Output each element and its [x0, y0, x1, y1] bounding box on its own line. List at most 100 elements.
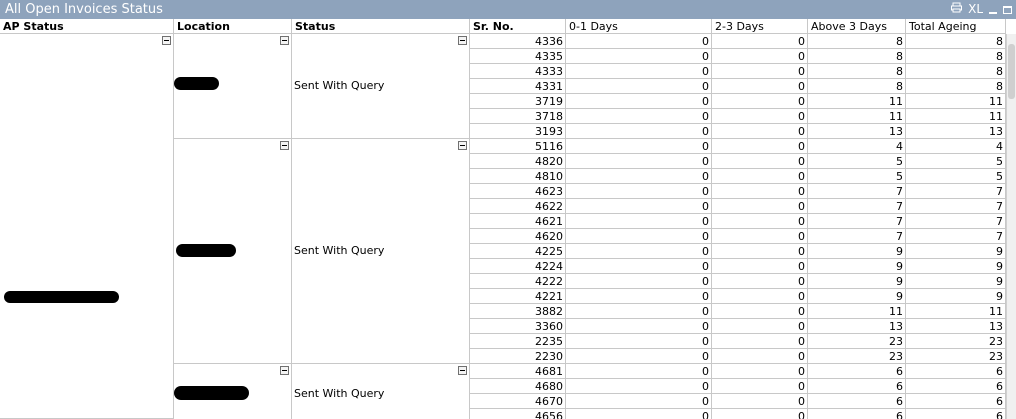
days-2-3-cell: 0: [712, 79, 808, 94]
table-row[interactable]: 4336 0 0 8 8: [470, 34, 1006, 49]
table-row[interactable]: 3193 0 0 13 13: [470, 124, 1006, 139]
collapse-icon[interactable]: [458, 366, 467, 375]
days-0-1-cell: 0: [566, 124, 712, 139]
collapse-icon[interactable]: [280, 141, 289, 150]
table-row[interactable]: 4621 0 0 7 7: [470, 214, 1006, 229]
sr-no-cell: 4331: [470, 79, 566, 94]
sr-no-cell: 3193: [470, 124, 566, 139]
table-row[interactable]: 3360 0 0 13 13: [470, 319, 1006, 334]
header-2-3-days[interactable]: 2-3 Days: [712, 19, 808, 34]
days-0-1-cell: 0: [566, 199, 712, 214]
table-row[interactable]: 4622 0 0 7 7: [470, 199, 1006, 214]
sr-no-cell: 3882: [470, 304, 566, 319]
header-location[interactable]: Location: [174, 19, 292, 34]
table-row[interactable]: 2230 0 0 23 23: [470, 349, 1006, 364]
days-0-1-cell: 0: [566, 169, 712, 184]
table-row[interactable]: 4623 0 0 7 7: [470, 184, 1006, 199]
table-row[interactable]: 4333 0 0 8 8: [470, 64, 1006, 79]
collapse-icon[interactable]: [458, 36, 467, 45]
days-above-3-cell: 11: [808, 304, 906, 319]
table-row[interactable]: 2235 0 0 23 23: [470, 334, 1006, 349]
collapse-icon[interactable]: [280, 36, 289, 45]
collapse-icon[interactable]: [458, 141, 467, 150]
title-bar: All Open Invoices Status XL: [0, 0, 1016, 19]
total-ageing-cell: 8: [906, 34, 1006, 49]
total-ageing-cell: 13: [906, 319, 1006, 334]
header-total-ageing[interactable]: Total Ageing: [906, 19, 1006, 34]
total-ageing-cell: 11: [906, 304, 1006, 319]
table-row[interactable]: 4680 0 0 6 6: [470, 379, 1006, 394]
table-row[interactable]: 4620 0 0 7 7: [470, 229, 1006, 244]
table-row[interactable]: 4224 0 0 9 9: [470, 259, 1006, 274]
print-icon[interactable]: [951, 0, 963, 19]
sr-no-cell: 4820: [470, 154, 566, 169]
days-2-3-cell: 0: [712, 199, 808, 214]
days-0-1-cell: 0: [566, 394, 712, 409]
total-ageing-cell: 8: [906, 49, 1006, 64]
days-above-3-cell: 7: [808, 184, 906, 199]
days-above-3-cell: 8: [808, 79, 906, 94]
collapse-icon[interactable]: [280, 366, 289, 375]
redacted-ap-status: [4, 291, 119, 303]
table-row[interactable]: 4820 0 0 5 5: [470, 154, 1006, 169]
days-0-1-cell: 0: [566, 259, 712, 274]
location-cell: [174, 34, 292, 139]
sr-no-cell: 5116: [470, 139, 566, 154]
table-row[interactable]: 4222 0 0 9 9: [470, 274, 1006, 289]
restore-icon[interactable]: [1003, 5, 1012, 14]
location-cell: [174, 139, 292, 364]
days-2-3-cell: 0: [712, 229, 808, 244]
days-0-1-cell: 0: [566, 334, 712, 349]
total-ageing-cell: 7: [906, 184, 1006, 199]
table-row[interactable]: 3882 0 0 11 11: [470, 304, 1006, 319]
days-0-1-cell: 0: [566, 139, 712, 154]
total-ageing-cell: 6: [906, 364, 1006, 379]
table-row[interactable]: 4335 0 0 8 8: [470, 49, 1006, 64]
table-row[interactable]: 3719 0 0 11 11: [470, 94, 1006, 109]
header-sr-no[interactable]: Sr. No.: [470, 19, 566, 34]
days-0-1-cell: 0: [566, 409, 712, 419]
status-cell: Sent With Query: [292, 34, 470, 139]
scrollbar-thumb[interactable]: [1008, 44, 1015, 99]
total-ageing-cell: 9: [906, 244, 1006, 259]
header-ap-status[interactable]: AP Status: [0, 19, 174, 34]
days-above-3-cell: 5: [808, 169, 906, 184]
table-row[interactable]: 4670 0 0 6 6: [470, 394, 1006, 409]
days-2-3-cell: 0: [712, 139, 808, 154]
sr-no-cell: 4224: [470, 259, 566, 274]
days-2-3-cell: 0: [712, 304, 808, 319]
status-text: Sent With Query: [294, 79, 385, 92]
days-0-1-cell: 0: [566, 319, 712, 334]
table-row[interactable]: 4810 0 0 5 5: [470, 169, 1006, 184]
xl-export-button[interactable]: XL: [968, 0, 983, 19]
days-0-1-cell: 0: [566, 379, 712, 394]
days-2-3-cell: 0: [712, 64, 808, 79]
table-row[interactable]: 4656 0 0 6 6: [470, 409, 1006, 419]
days-0-1-cell: 0: [566, 244, 712, 259]
total-ageing-cell: 6: [906, 394, 1006, 409]
table-row[interactable]: 4225 0 0 9 9: [470, 244, 1006, 259]
sr-no-cell: 3360: [470, 319, 566, 334]
total-ageing-cell: 9: [906, 274, 1006, 289]
days-2-3-cell: 0: [712, 379, 808, 394]
table-row[interactable]: 5116 0 0 4 4: [470, 139, 1006, 154]
days-0-1-cell: 0: [566, 64, 712, 79]
days-above-3-cell: 9: [808, 289, 906, 304]
table-row[interactable]: 3718 0 0 11 11: [470, 109, 1006, 124]
table-row[interactable]: 4681 0 0 6 6: [470, 364, 1006, 379]
days-2-3-cell: 0: [712, 289, 808, 304]
days-above-3-cell: 7: [808, 214, 906, 229]
days-0-1-cell: 0: [566, 94, 712, 109]
minimize-icon[interactable]: [989, 12, 997, 14]
header-above-3-days[interactable]: Above 3 Days: [808, 19, 906, 34]
collapse-icon[interactable]: [162, 36, 171, 45]
vertical-scrollbar[interactable]: [1006, 34, 1016, 419]
days-2-3-cell: 0: [712, 184, 808, 199]
table-row[interactable]: 4331 0 0 8 8: [470, 79, 1006, 94]
days-above-3-cell: 7: [808, 229, 906, 244]
redacted-location: [176, 244, 236, 257]
header-status[interactable]: Status: [292, 19, 470, 34]
days-2-3-cell: 0: [712, 274, 808, 289]
table-row[interactable]: 4221 0 0 9 9: [470, 289, 1006, 304]
header-0-1-days[interactable]: 0-1 Days: [566, 19, 712, 34]
